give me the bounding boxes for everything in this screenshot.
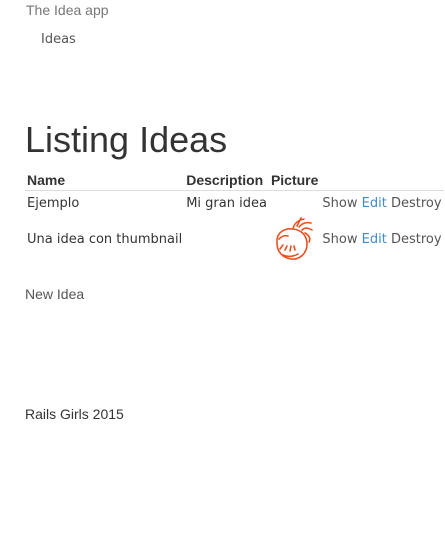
row-actions: Show Edit Destroy bbox=[320, 191, 443, 216]
table-row: Una idea con thumbnail Show Edit Destroy bbox=[25, 215, 444, 263]
new-idea-link[interactable]: New Idea bbox=[25, 286, 84, 302]
table-row: Ejemplo Mi gran idea Show Edit Destroy bbox=[25, 191, 444, 216]
column-header-picture: Picture bbox=[268, 170, 321, 191]
edit-link[interactable]: Edit bbox=[362, 196, 387, 211]
page-title: Listing Ideas bbox=[25, 119, 228, 160]
show-link[interactable]: Show bbox=[322, 232, 357, 247]
cartoon-face-thumbnail-icon bbox=[276, 217, 313, 260]
row-actions: Show Edit Destroy bbox=[320, 215, 443, 263]
idea-name: Una idea con thumbnail bbox=[27, 231, 183, 247]
idea-picture bbox=[269, 215, 320, 263]
idea-picture bbox=[269, 191, 320, 216]
table-header-row: Name Description Picture bbox=[25, 170, 444, 191]
footer: Rails Girls 2015 bbox=[25, 406, 124, 422]
column-header-name: Name bbox=[25, 170, 185, 191]
destroy-link[interactable]: Destroy bbox=[391, 196, 442, 211]
show-link[interactable]: Show bbox=[322, 196, 357, 211]
destroy-link[interactable]: Destroy bbox=[391, 232, 442, 247]
navbar-brand[interactable]: The Idea app bbox=[26, 2, 109, 18]
edit-link[interactable]: Edit bbox=[362, 232, 387, 247]
nav-link-ideas[interactable]: Ideas bbox=[41, 32, 76, 47]
ideas-table: Name Description Picture Ejemplo Mi gran… bbox=[25, 170, 444, 263]
column-header-description: Description bbox=[184, 170, 269, 191]
idea-description: Mi gran idea bbox=[186, 195, 267, 211]
idea-description bbox=[184, 215, 269, 263]
column-header-actions bbox=[320, 170, 444, 191]
idea-name: Ejemplo bbox=[27, 195, 80, 211]
